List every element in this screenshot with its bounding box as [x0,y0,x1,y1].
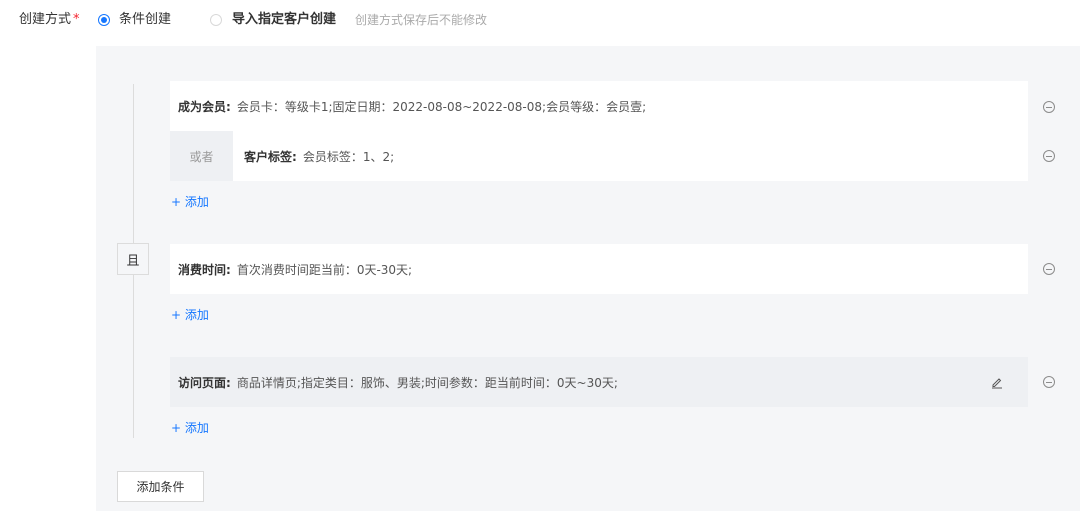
condition-key: 消费时间: [178,263,231,277]
remove-condition-icon[interactable] [1043,263,1055,275]
condition-value: 商品详情页;指定类目：服饰、男装;时间参数：距当前时间：0天~30天; [236,376,618,390]
condition-member: 成为会员: 会员卡：等级卡1;固定日期：2022-08-08~2022-08-08… [178,98,646,116]
condition-key: 访问页面: [178,376,231,390]
creation-hint: 创建方式保存后不能修改 [355,13,488,27]
creation-method-label: 创建方式 * [19,12,80,27]
radio-import-create[interactable] [210,14,222,26]
remove-condition-icon[interactable] [1043,101,1055,113]
and-toggle[interactable]: 且 [117,243,149,275]
radio-label-condition-create[interactable]: 条件创建 [119,11,171,29]
remove-condition-icon[interactable] [1043,376,1055,388]
condition-consumption-time: 消费时间: 首次消费时间距当前：0天-30天; [178,261,412,279]
required-mark: * [73,12,80,27]
condition-value: 会员标签：1、2; [302,150,395,164]
condition-value: 会员卡：等级卡1;固定日期：2022-08-08~2022-08-08;会员等级… [236,100,647,114]
add-or-condition-link[interactable]: + 添加 [171,193,209,211]
remove-condition-icon[interactable] [1043,150,1055,162]
edit-icon[interactable] [990,375,1004,389]
radio-condition-create[interactable] [98,14,110,26]
or-toggle[interactable]: 或者 [170,131,233,181]
condition-visit-page: 访问页面: 商品详情页;指定类目：服饰、男装;时间参数：距当前时间：0天~30天; [178,374,618,392]
condition-value: 首次消费时间距当前：0天-30天; [236,263,413,277]
condition-key: 成为会员: [178,100,231,114]
add-or-condition-link[interactable]: + 添加 [171,419,209,437]
condition-key: 客户标签: [244,150,297,164]
add-condition-button[interactable]: 添加条件 [117,471,204,502]
add-or-condition-link[interactable]: + 添加 [171,306,209,324]
radio-label-import-create[interactable]: 导入指定客户创建 [232,11,336,29]
condition-customer-tag: 客户标签: 会员标签：1、2; [244,148,394,166]
